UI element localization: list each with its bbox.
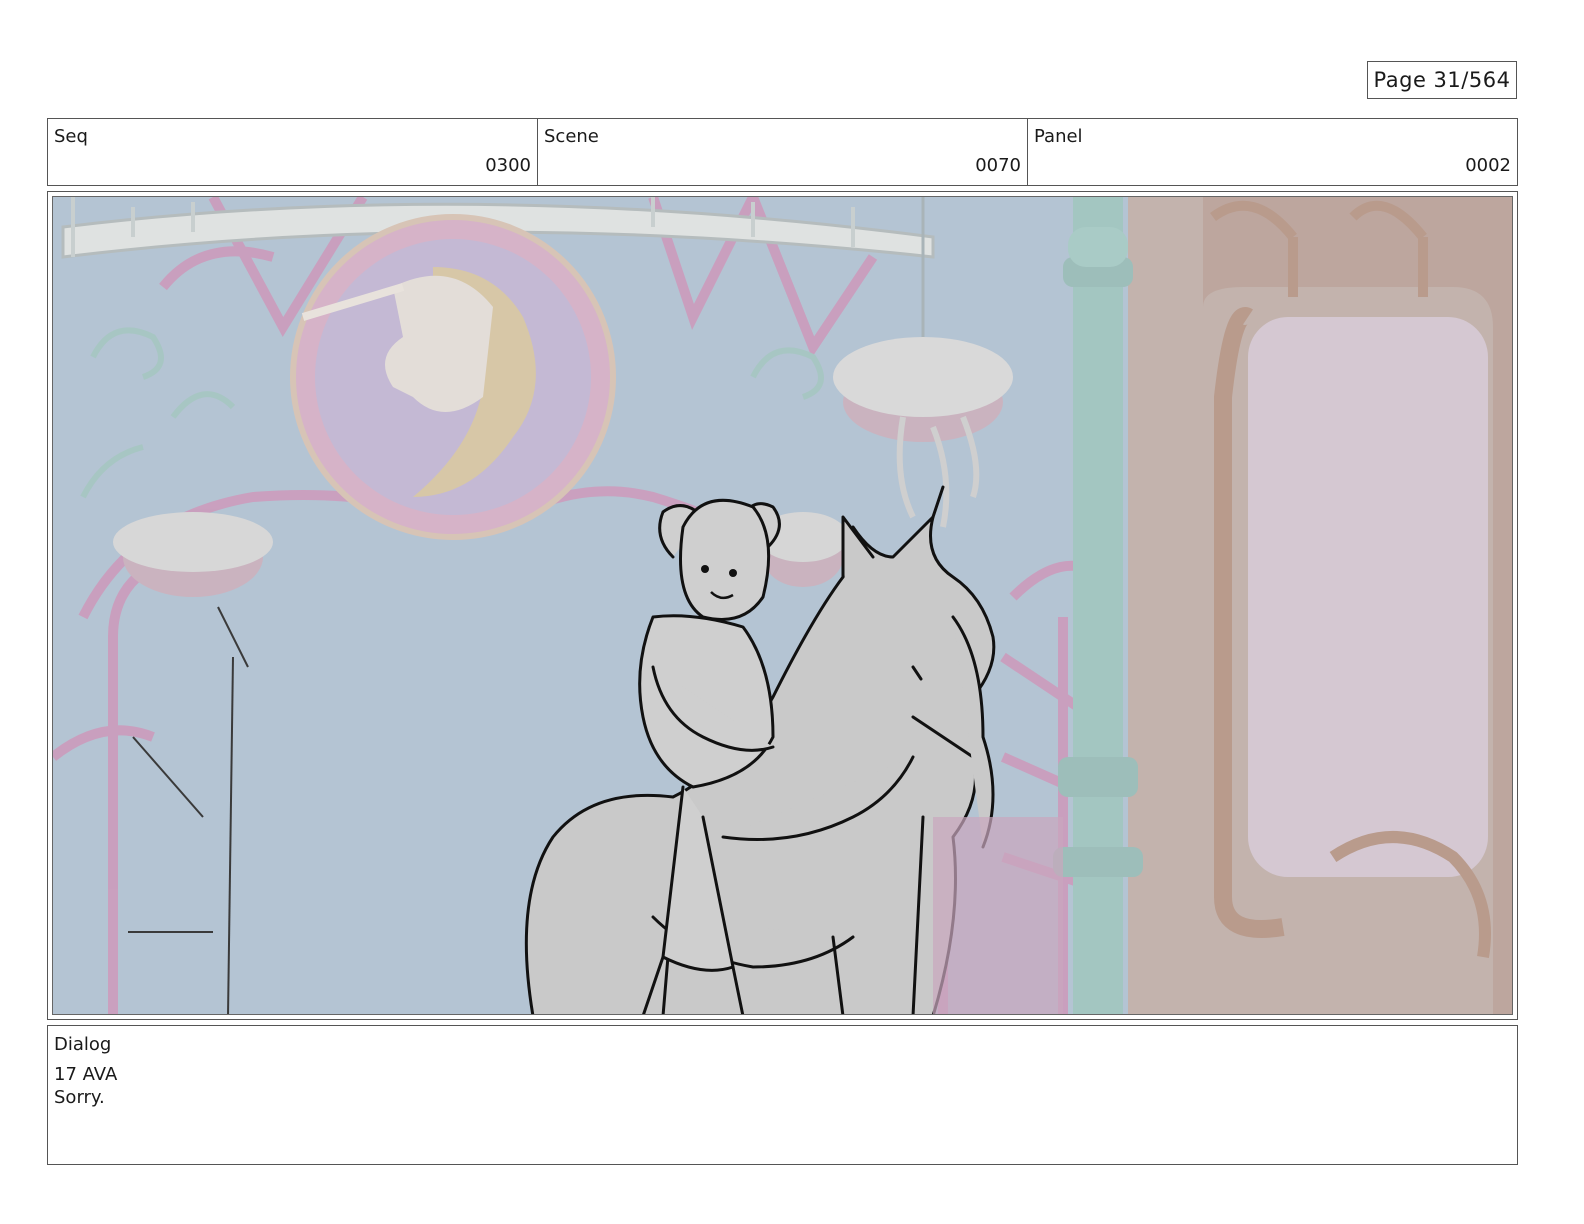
storyboard-header: Seq 0300 Scene 0070 Panel 0002: [47, 118, 1518, 186]
dialog-text: Sorry.: [54, 1087, 105, 1108]
storyboard-illustration: [53, 197, 1512, 1014]
storyboard-drawing: [52, 196, 1513, 1015]
page-number: Page 31/564: [1367, 61, 1517, 99]
scene-value: 0070: [975, 155, 1021, 176]
seq-value: 0300: [485, 155, 531, 176]
panel-label: Panel: [1034, 126, 1083, 147]
scene-label: Scene: [544, 126, 599, 147]
dialog-box: Dialog 17 AVA Sorry.: [47, 1025, 1518, 1165]
panel-cell: Panel 0002: [1028, 119, 1517, 185]
dialog-label: Dialog: [54, 1034, 112, 1055]
seq-label: Seq: [54, 126, 88, 147]
seq-cell: Seq 0300: [48, 119, 538, 185]
dialog-speaker: 17 AVA: [54, 1064, 118, 1085]
scene-cell: Scene 0070: [538, 119, 1028, 185]
panel-value: 0002: [1465, 155, 1511, 176]
